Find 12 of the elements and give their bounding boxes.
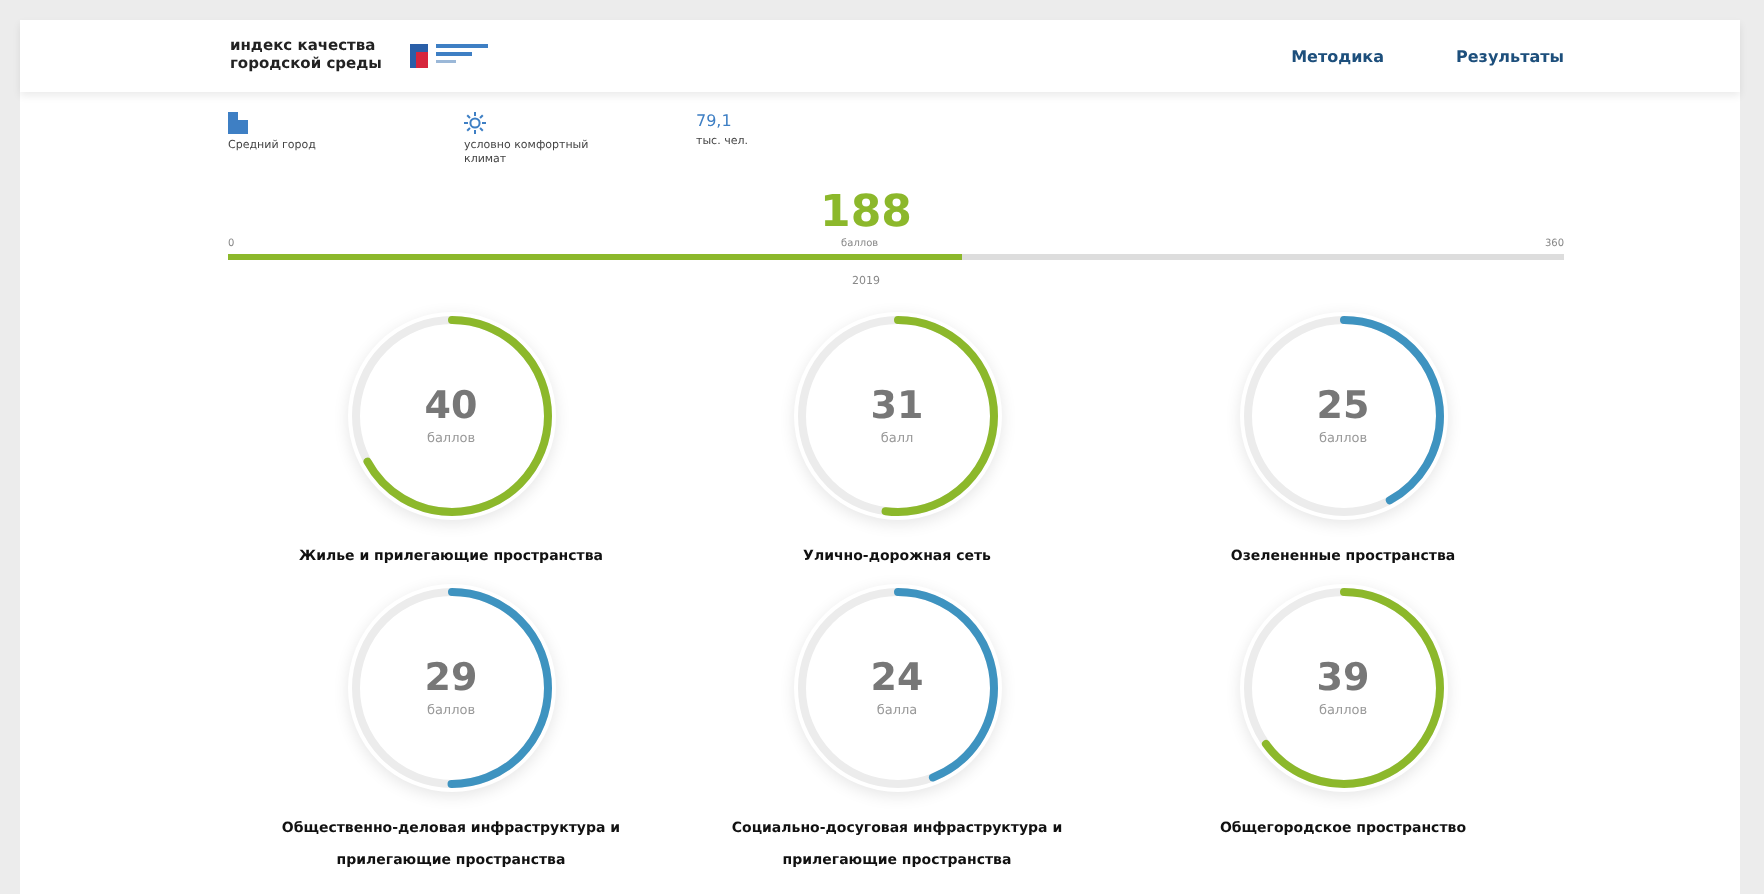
indicator-score: 25 (1316, 386, 1370, 426)
population-value: 79,1 (696, 112, 732, 130)
indicator-score: 39 (1316, 658, 1370, 698)
indicator-score: 31 (870, 386, 924, 426)
total-score: 188 (818, 192, 914, 236)
indicator-score: 29 (424, 658, 478, 698)
indicator-score: 24 (870, 658, 924, 698)
indicator-score: 40 (424, 386, 478, 426)
building-icon (228, 112, 248, 134)
nav-link[interactable]: Результаты (1456, 47, 1564, 65)
nav-link[interactable]: Методика (1291, 47, 1385, 65)
sun-icon (464, 112, 486, 134)
